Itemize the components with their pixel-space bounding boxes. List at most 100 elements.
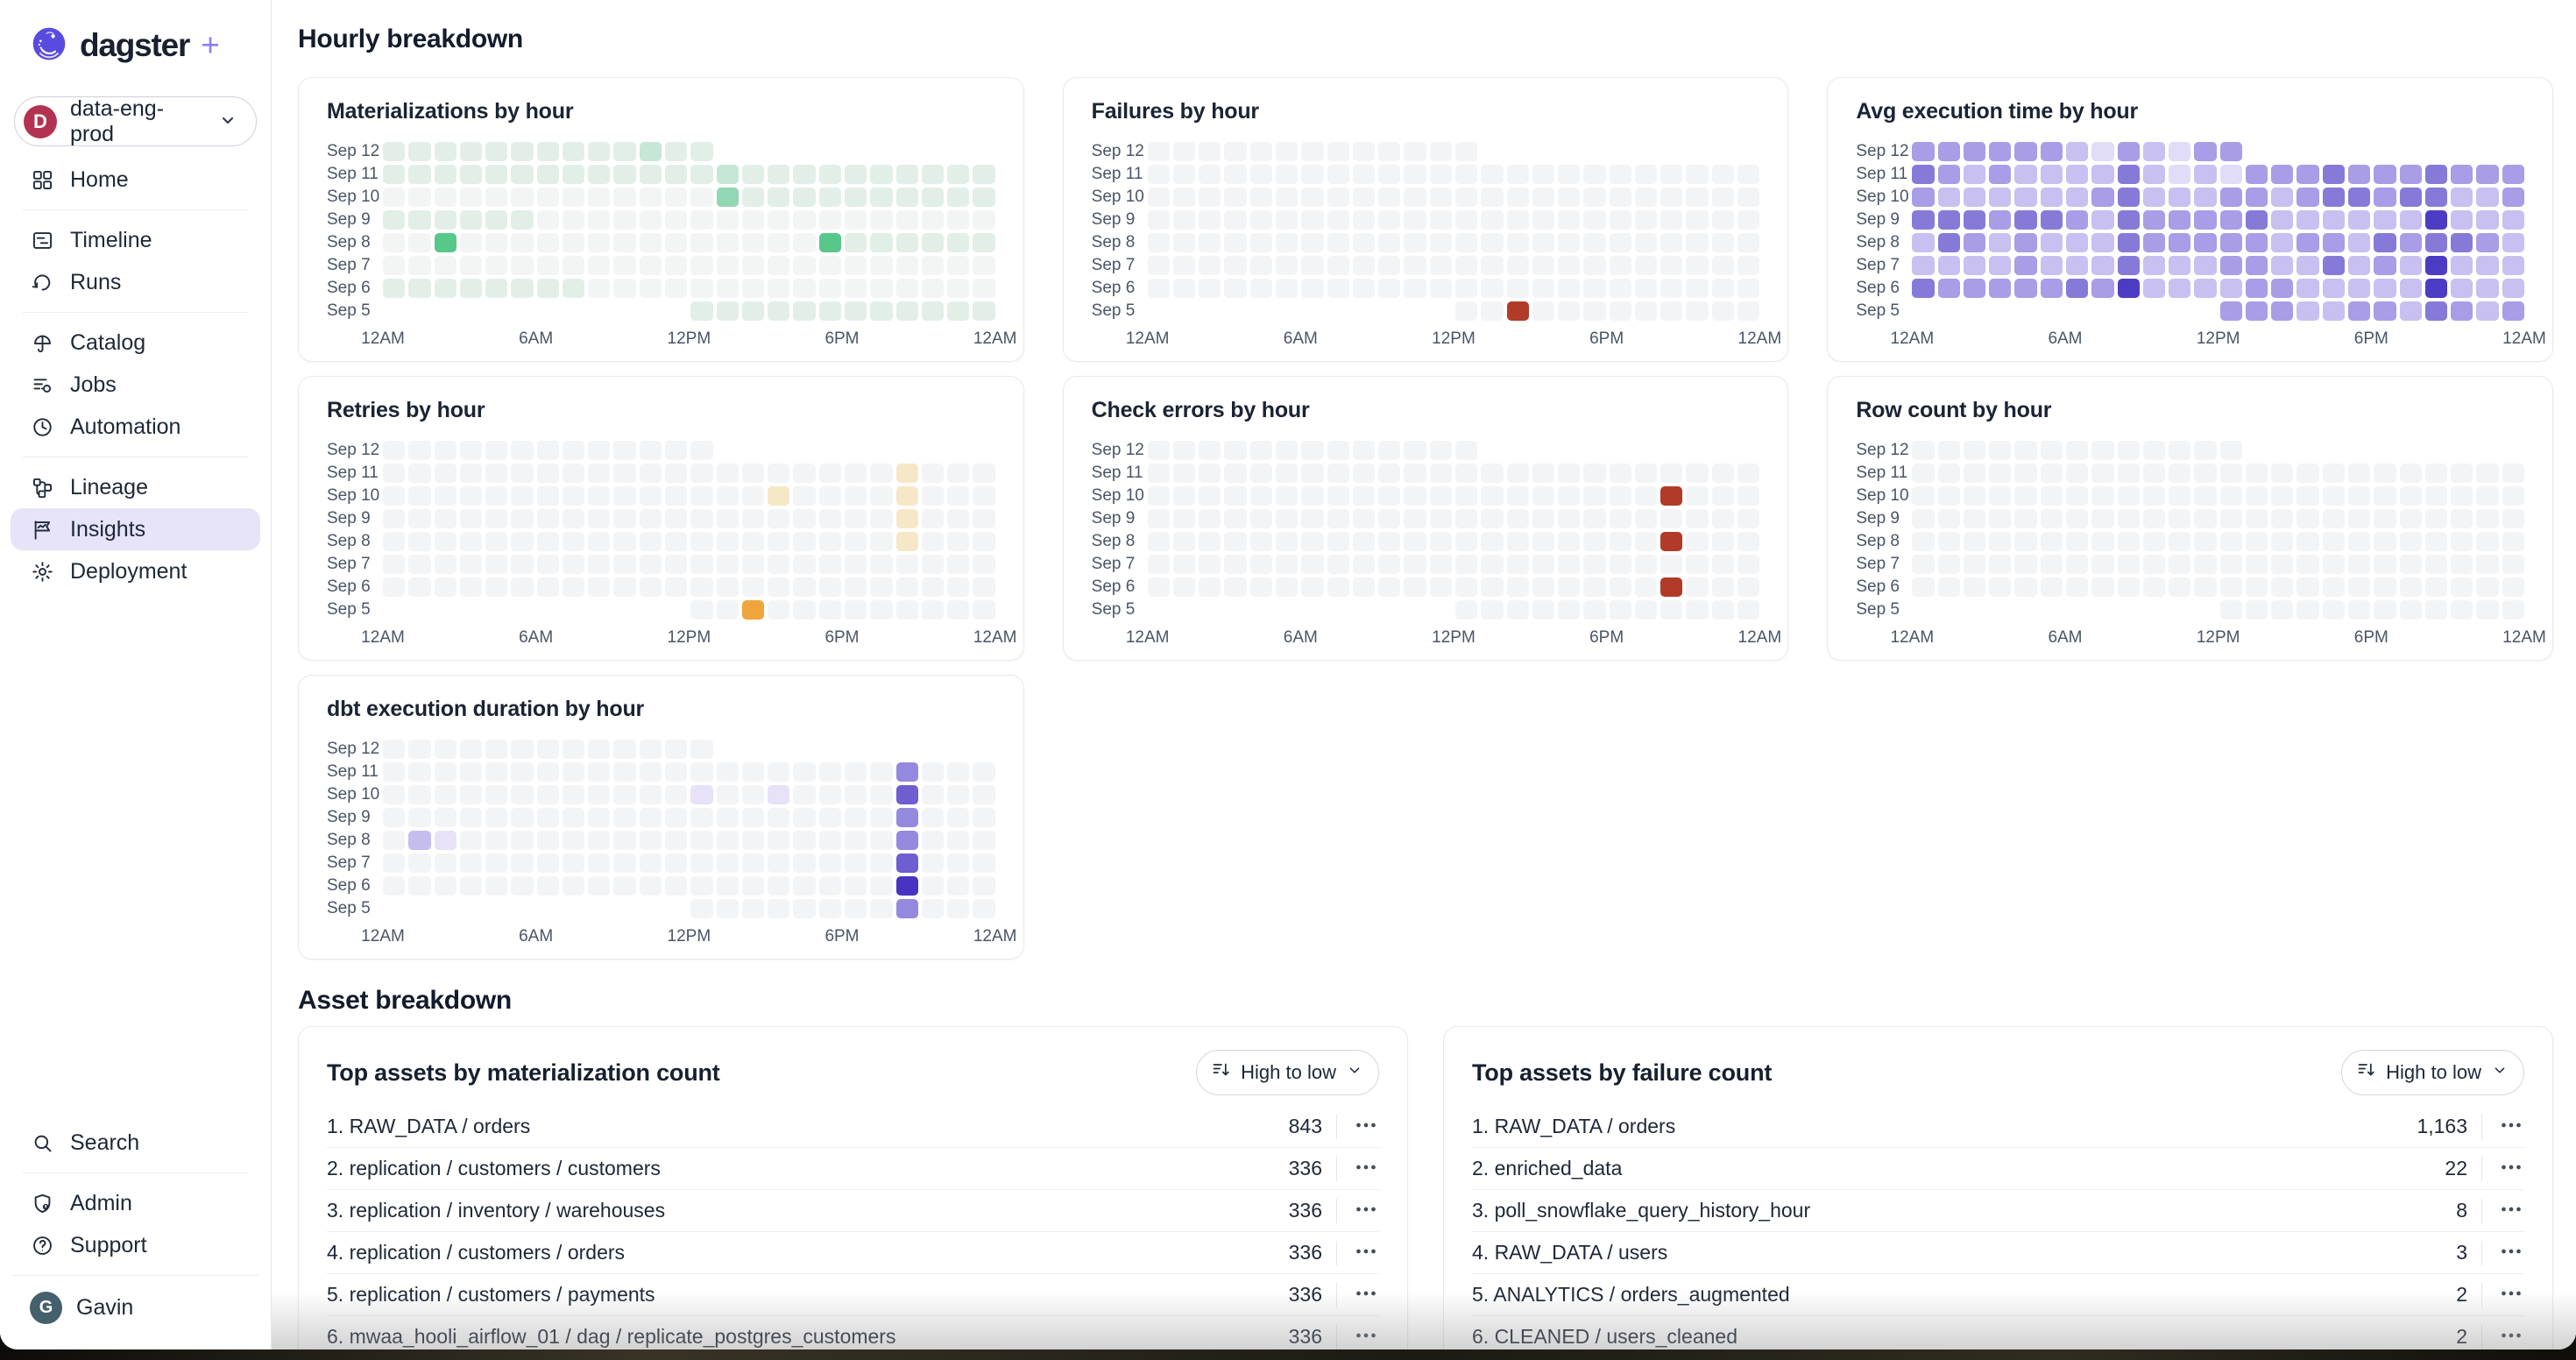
heatmap-cell <box>2271 256 2293 275</box>
sidebar-item-automation[interactable]: Automation <box>11 406 260 448</box>
user-menu[interactable]: G Gavin <box>11 1285 260 1330</box>
heatmap-cell <box>2425 279 2447 298</box>
heatmap-cell <box>896 233 918 252</box>
dagster-wordmark: dagster <box>80 27 189 64</box>
heatmap-cell <box>947 256 969 275</box>
heatmap-cell <box>2451 532 2473 551</box>
sidebar-item-jobs[interactable]: Jobs <box>11 364 260 406</box>
sidebar-item-deployment[interactable]: Deployment <box>11 550 260 592</box>
row-actions-button[interactable] <box>1353 1154 1379 1183</box>
heatmap-cell <box>2502 256 2524 275</box>
heatmap-cell <box>1404 486 1426 506</box>
heatmap-cell <box>2502 165 2524 184</box>
asset-row[interactable]: 4. replication / customers / orders336 <box>327 1232 1379 1274</box>
heatmap-cell <box>383 142 405 161</box>
heatmap-cell <box>2348 486 2370 506</box>
asset-row[interactable]: 3. replication / inventory / warehouses3… <box>327 1190 1379 1232</box>
heatmap-cell <box>896 555 918 574</box>
asset-name[interactable]: 4. RAW_DATA / users <box>1472 1241 2388 1264</box>
heatmap-cell <box>1635 279 1657 298</box>
asset-name[interactable]: 1. RAW_DATA / orders <box>1472 1115 2388 1138</box>
x-axis-label: 6PM <box>824 329 859 349</box>
asset-row[interactable]: 5. replication / customers / payments336 <box>327 1274 1379 1316</box>
x-axis-label: 6PM <box>824 628 859 648</box>
heatmap-cell <box>665 876 687 896</box>
heatmap-cell <box>1964 532 1985 551</box>
asset-name[interactable]: 2. replication / customers / customers <box>327 1157 1243 1180</box>
heatmap-cell <box>665 532 687 551</box>
asset-name[interactable]: 6. CLEANED / users_cleaned <box>1472 1325 2388 1349</box>
sort-dropdown[interactable]: High to low <box>1196 1050 1379 1095</box>
heatmap-cell <box>563 785 584 804</box>
heatmap-cell <box>768 165 789 184</box>
sidebar-item-lineage[interactable]: Lineage <box>11 466 260 508</box>
heatmap-cell <box>1353 486 1375 506</box>
heatmap-cell <box>1635 509 1657 528</box>
heatmap-cell <box>819 876 841 896</box>
heatmap-cell <box>2348 256 2370 275</box>
asset-row[interactable]: 5. ANALYTICS / orders_augmented2 <box>1472 1274 2524 1316</box>
asset-row[interactable]: 1. RAW_DATA / orders843 <box>327 1106 1379 1148</box>
asset-row[interactable]: 2. replication / customers / customers33… <box>327 1148 1379 1190</box>
heatmap-cell <box>1276 188 1298 207</box>
sidebar-item-runs[interactable]: Runs <box>11 261 260 303</box>
sidebar-item-timeline[interactable]: Timeline <box>11 219 260 261</box>
heatmap-cell <box>1224 188 1246 207</box>
asset-row[interactable]: 3. poll_snowflake_query_history_hour8 <box>1472 1190 2524 1232</box>
sidebar-item-support[interactable]: Support <box>11 1224 260 1266</box>
row-actions-button[interactable] <box>2498 1238 2524 1267</box>
asset-row[interactable]: 4. RAW_DATA / users3 <box>1472 1232 2524 1274</box>
row-actions-button[interactable] <box>2498 1154 2524 1183</box>
row-actions-button[interactable] <box>1353 1112 1379 1141</box>
heatmap-cell <box>2169 486 2190 506</box>
asset-name[interactable]: 3. replication / inventory / warehouses <box>327 1199 1243 1222</box>
asset-row[interactable]: 6. CLEANED / users_cleaned2 <box>1472 1316 2524 1349</box>
heatmap-card-dbt-execution-duration: dbt execution duration by hourSep 12Sep … <box>298 675 1024 960</box>
asset-name[interactable]: 5. replication / customers / payments <box>327 1283 1243 1307</box>
row-actions-button[interactable] <box>1353 1238 1379 1267</box>
logo-row[interactable]: dagster + <box>0 23 271 68</box>
heatmap-cell <box>1635 555 1657 574</box>
heatmap-cell <box>665 555 687 574</box>
heatmap-cell <box>1558 165 1580 184</box>
heatmap-x-axis: 12AM6AM12PM6PM12AM <box>383 322 995 352</box>
row-actions-button[interactable] <box>2498 1196 2524 1225</box>
sort-dropdown[interactable]: High to low <box>2341 1050 2524 1095</box>
sidebar-item-catalog[interactable]: Catalog <box>11 322 260 364</box>
asset-count: 336 <box>1243 1199 1322 1222</box>
heatmap-cell <box>435 279 456 298</box>
row-actions-button[interactable] <box>2498 1322 2524 1349</box>
sidebar-item-admin[interactable]: Admin <box>11 1182 260 1224</box>
heatmap-cell <box>1507 555 1529 574</box>
sidebar-item-search[interactable]: Search <box>11 1122 260 1164</box>
asset-name[interactable]: 5. ANALYTICS / orders_augmented <box>1472 1283 2388 1307</box>
asset-row[interactable]: 2. enriched_data22 <box>1472 1148 2524 1190</box>
row-actions-button[interactable] <box>2498 1112 2524 1141</box>
asset-name[interactable]: 6. mwaa_hooli_airflow_01 / dag / replica… <box>327 1325 1243 1349</box>
heatmap-cell <box>588 486 610 506</box>
asset-row[interactable]: 1. RAW_DATA / orders1,163 <box>1472 1106 2524 1148</box>
sidebar-item-insights[interactable]: Insights <box>11 508 260 550</box>
heatmap-cell <box>922 577 944 597</box>
asset-name[interactable]: 3. poll_snowflake_query_history_hour <box>1472 1199 2388 1222</box>
row-actions-button[interactable] <box>1353 1322 1379 1349</box>
heatmap-cell <box>563 854 584 873</box>
asset-name[interactable]: 2. enriched_data <box>1472 1157 2388 1180</box>
heatmap-cell <box>870 256 892 275</box>
heatmap-cell <box>2246 233 2268 252</box>
asset-name[interactable]: 1. RAW_DATA / orders <box>327 1115 1243 1138</box>
sidebar-item-home[interactable]: Home <box>11 159 260 201</box>
workspace-selector[interactable]: D data-eng-prod <box>14 96 257 146</box>
row-actions-button[interactable] <box>2498 1280 2524 1309</box>
row-actions-button[interactable] <box>1353 1280 1379 1309</box>
heatmap-cell <box>1964 210 1985 230</box>
heatmap-cell <box>460 555 482 574</box>
row-actions-button[interactable] <box>1353 1196 1379 1225</box>
heatmap-cell <box>1912 188 1934 207</box>
heatmap-x-axis: 12AM6AM12PM6PM12AM <box>383 920 995 950</box>
sidebar-item-label: Support <box>70 1233 147 1258</box>
heatmap-cell <box>819 188 841 207</box>
asset-row[interactable]: 6. mwaa_hooli_airflow_01 / dag / replica… <box>327 1316 1379 1349</box>
asset-name[interactable]: 4. replication / customers / orders <box>327 1241 1243 1264</box>
heatmap-cell <box>1938 555 1960 574</box>
